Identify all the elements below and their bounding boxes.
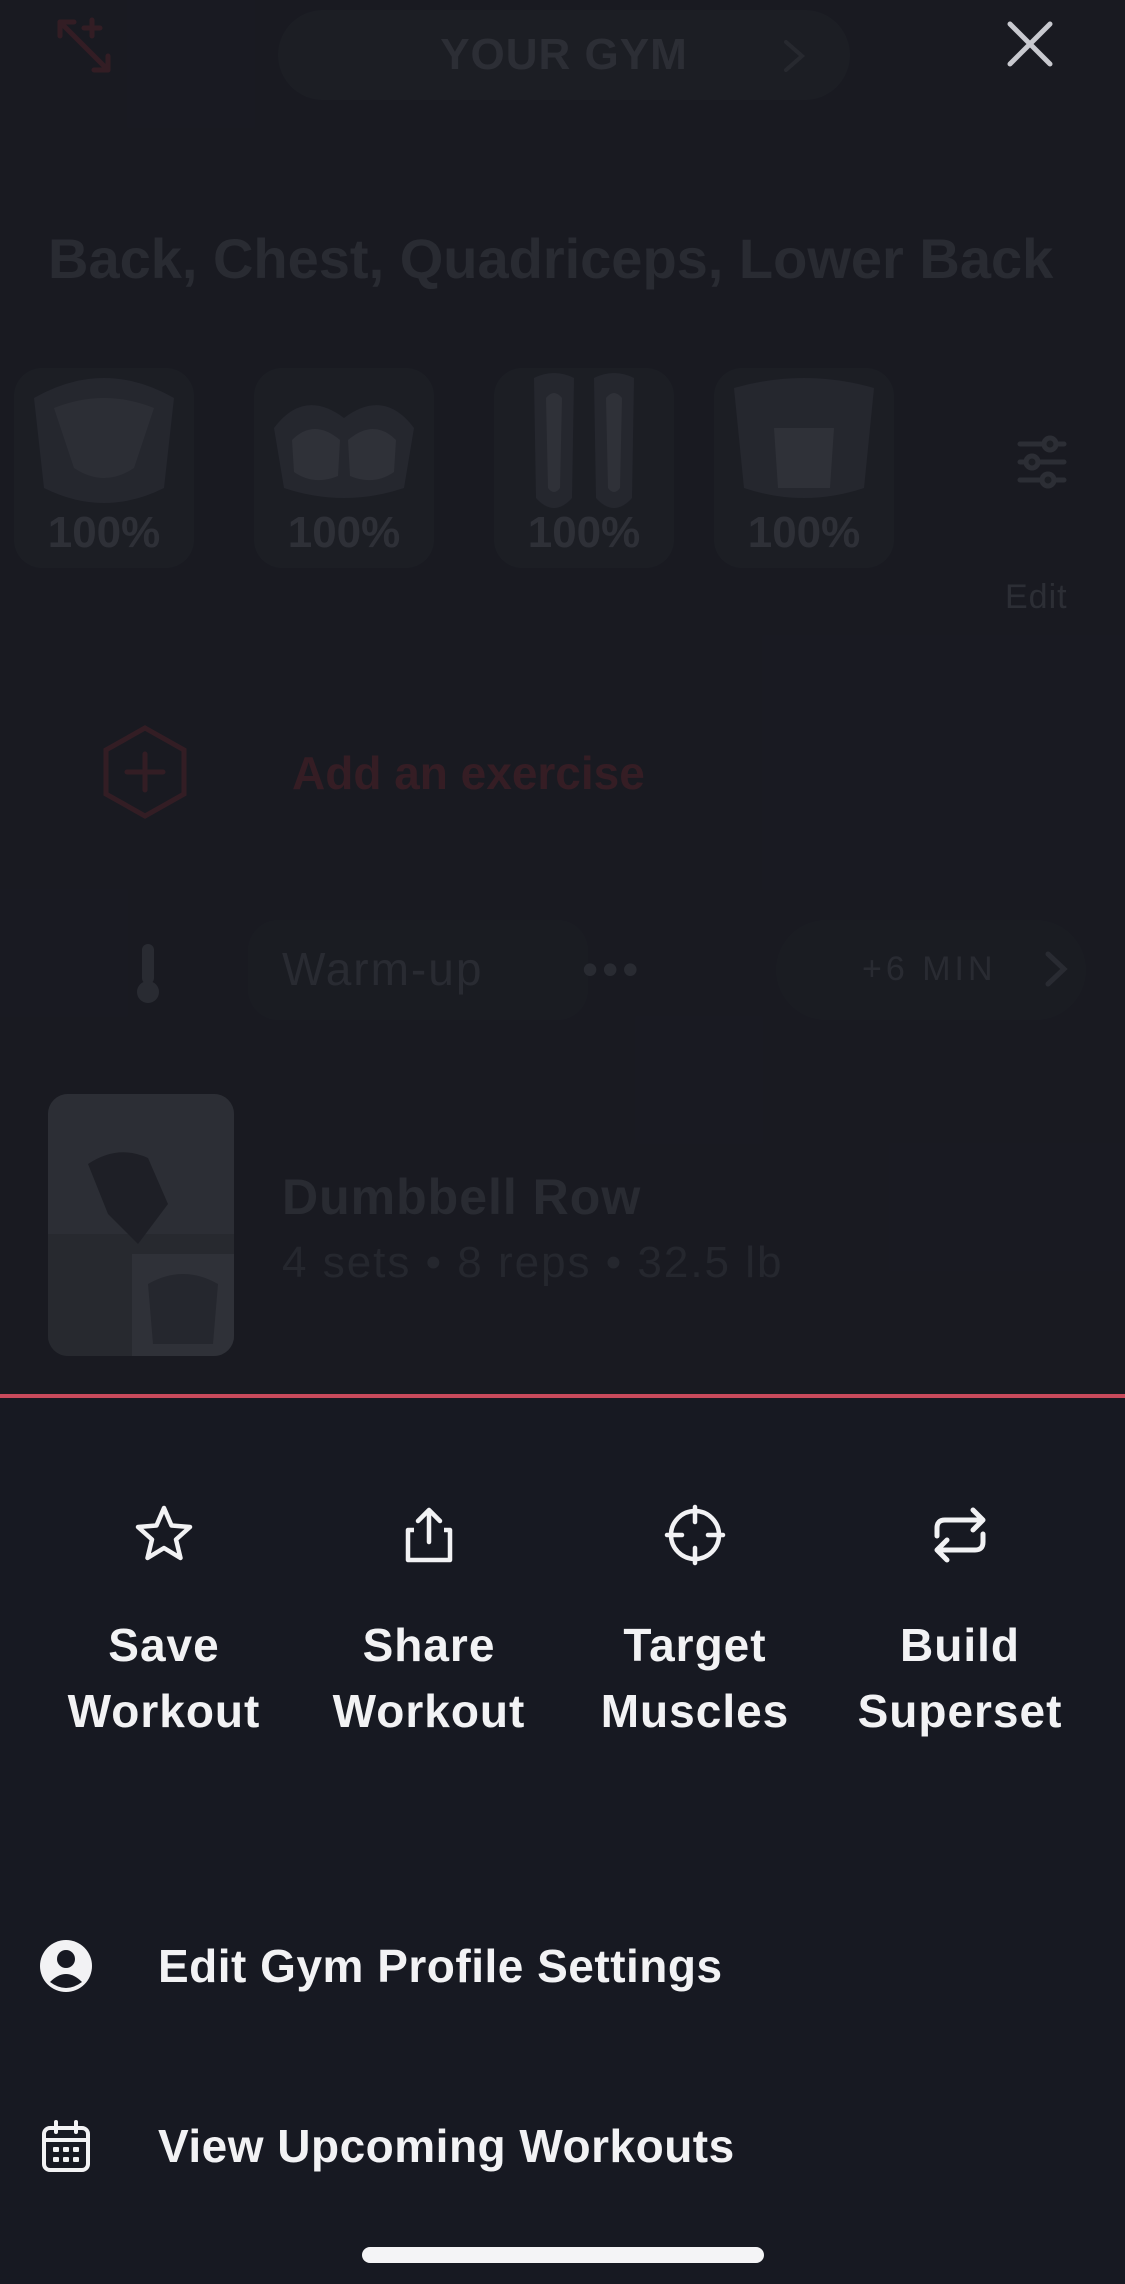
expand-icon[interactable] [52,14,116,78]
view-upcoming-workouts-label: View Upcoming Workouts [158,2120,735,2172]
view-upcoming-workouts-item[interactable]: View Upcoming Workouts [36,2096,1086,2196]
calendar-icon [42,2120,90,2172]
muscle-percent: 100% [747,508,861,557]
add-exercise-button[interactable]: Add an exercise [292,746,645,800]
gym-selector[interactable]: YOUR GYM [278,10,850,100]
repeat-icon [934,1507,986,1563]
gym-label: YOUR GYM [440,30,688,79]
share-workout-button[interactable]: Share Workout [299,1502,559,1782]
sliders-icon[interactable] [1000,420,1084,504]
edit-muscles-label[interactable]: Edit [1005,578,1068,617]
warmup-time-label: +6 MIN [862,950,997,988]
build-superset-button[interactable]: Build Superset [830,1502,1090,1782]
target-muscles-button[interactable]: Target Muscles [565,1502,825,1782]
share-icon [405,1507,453,1563]
save-workout-label: Save Workout [67,1619,261,1737]
exercise-meta: 4 sets • 8 reps • 32.5 lb [282,1238,784,1287]
muscle-percent: 100% [287,508,401,557]
exercise-thumbnail[interactable] [48,1094,234,1356]
exercise-image [48,1094,234,1356]
workout-actions-sheet: Save Workout Share Workout Target Muscle… [0,1394,1125,2284]
edit-gym-profile-settings-item[interactable]: Edit Gym Profile Settings [36,1916,1086,2016]
muscle-card-quadriceps[interactable]: 100% [494,368,674,568]
star-icon [135,1505,193,1561]
workout-screen-background: YOUR GYM Back, Chest, Quadriceps, Lower … [0,0,1125,1396]
muscle-card-lower-back[interactable]: 100% [714,368,894,568]
warmup-more-button[interactable]: ••• [582,942,642,996]
close-icon[interactable] [1000,14,1060,74]
target-icon [664,1504,726,1566]
muscle-percent: 100% [527,508,641,557]
edit-gym-profile-settings-label: Edit Gym Profile Settings [158,1940,723,1992]
exercise-name[interactable]: Dumbbell Row [282,1168,641,1226]
build-superset-label: Build Superset [857,1619,1063,1737]
target-muscles-title: Back, Chest, Quadriceps, Lower Back [48,227,1054,290]
muscle-percent: 100% [47,508,161,557]
warmup-label: Warm-up [282,943,484,995]
user-circle-icon [40,1940,92,1992]
muscle-card-back[interactable]: 100% [14,368,194,568]
home-indicator[interactable] [362,2247,764,2263]
share-workout-label: Share Workout [332,1619,526,1737]
add-hexagon-icon[interactable] [100,724,190,820]
app-root: YOUR GYM Back, Chest, Quadriceps, Lower … [0,0,1125,2284]
chevron-right-icon [784,40,806,72]
save-workout-button[interactable]: Save Workout [34,1502,294,1782]
target-muscles-label: Target Muscles [600,1619,790,1737]
muscle-card-chest[interactable]: 100% [254,368,434,568]
chevron-right-icon [1045,951,1068,987]
thermometer-icon [137,944,159,1003]
